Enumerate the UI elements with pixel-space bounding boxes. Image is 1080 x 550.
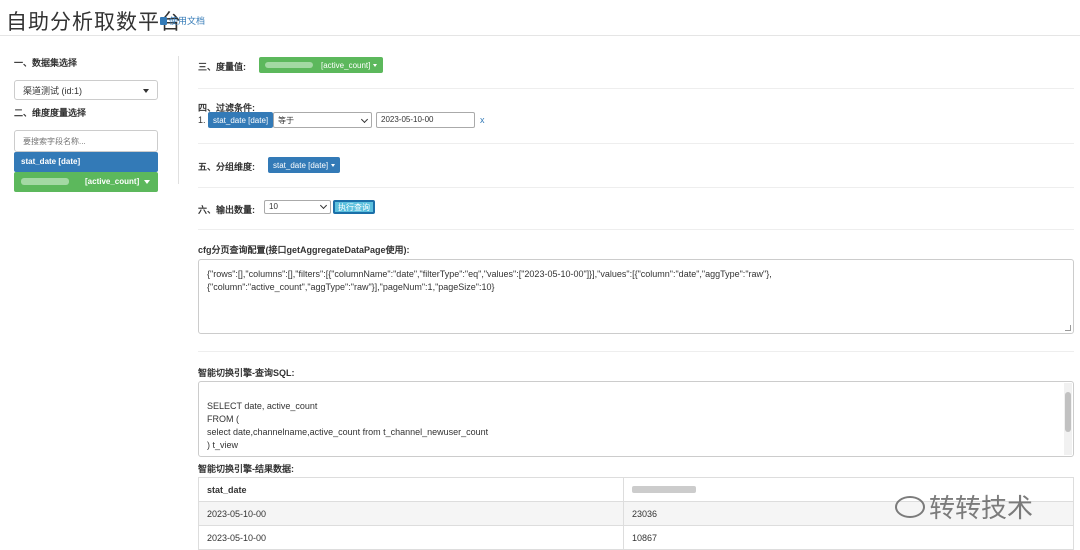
chevron-down-icon: [331, 163, 336, 167]
divider: [198, 351, 1074, 352]
doc-link-label[interactable]: 使用文档: [169, 14, 205, 27]
measure-button-label: [active_count]: [321, 60, 371, 70]
cfg-line: {"column":"active_count","aggType":"raw"…: [207, 282, 495, 292]
table-cell: 10867: [623, 525, 1074, 550]
dataset-label: 一、数据集选择: [14, 58, 78, 68]
filter-value-text: 2023-05-10-00: [381, 115, 434, 124]
table-cell: 2023-05-10-00: [198, 501, 624, 526]
group-label: 五、分组维度:: [198, 162, 255, 172]
field-item-stat-date[interactable]: stat_date [date]: [14, 152, 158, 172]
watermark: 转转技术: [895, 488, 1033, 525]
filter-field-label: stat_date [date]: [213, 115, 269, 125]
redacted-block: [21, 178, 69, 186]
sql-line: FROM (: [207, 414, 239, 424]
cfg-line: {"rows":[],"columns":[],"filters":[{"col…: [207, 269, 772, 279]
divider: [198, 88, 1074, 89]
result-label: 智能切换引擎-结果数据:: [198, 464, 294, 474]
output-count-select[interactable]: 10: [264, 200, 331, 214]
sql-line: SELECT date, active_count: [207, 401, 318, 411]
measure-button[interactable]: [active_count]: [259, 57, 384, 73]
divider: [198, 187, 1074, 188]
table-row: 2023-05-10-00 10867: [198, 525, 1074, 550]
cfg-textarea[interactable]: {"rows":[],"columns":[],"filters":[{"col…: [198, 259, 1074, 334]
field-item-label: [active_count]: [85, 177, 140, 186]
field-item-active-count[interactable]: [active_count]: [14, 172, 158, 192]
sql-scrollbar[interactable]: [1064, 383, 1072, 455]
dataset-select[interactable]: 渠道测试 (id:1): [14, 80, 158, 100]
wechat-icon: [895, 495, 925, 518]
watermark-text: 转转技术: [929, 493, 1034, 523]
group-button[interactable]: stat_date [date]: [268, 157, 341, 173]
chevron-down-icon: [319, 201, 328, 210]
field-search-input[interactable]: [14, 130, 158, 152]
output-label: 六、输出数量:: [198, 205, 255, 215]
filter-remove-link[interactable]: x: [480, 115, 485, 125]
page-title: 自助分析取数平台: [6, 11, 182, 34]
chevron-down-icon: [360, 115, 369, 124]
chevron-down-icon: [373, 63, 378, 67]
filter-value-input[interactable]: 2023-05-10-00: [376, 112, 475, 128]
divider: [198, 143, 1074, 144]
divider: [198, 229, 1074, 230]
scrollbar-thumb[interactable]: [1065, 392, 1071, 432]
dataset-select-value: 渠道测试 (id:1): [23, 86, 83, 96]
group-button-label: stat_date [date]: [273, 160, 329, 170]
sidebar: 一、数据集选择 渠道测试 (id:1) 二、维度度量选择 stat_date […: [14, 56, 158, 192]
output-count-value: 10: [269, 202, 278, 211]
sql-line: [207, 387, 1065, 400]
doc-link[interactable]: 使用文档: [160, 14, 205, 27]
sql-line: select date,channelname,active_count fro…: [207, 427, 489, 437]
filter-operator-select[interactable]: 等于: [273, 112, 372, 128]
sql-line: ) t_view: [207, 440, 239, 450]
measure-label: 三、度量值:: [198, 62, 246, 72]
sql-textarea[interactable]: SELECT date, active_count FROM ( select …: [198, 381, 1074, 457]
run-query-button[interactable]: 执行查询: [333, 200, 375, 214]
chevron-down-icon[interactable]: [144, 180, 150, 184]
book-icon: [160, 16, 167, 25]
filter-index: 1.: [198, 115, 206, 125]
header: 自助分析取数平台 使用文档: [0, 0, 1080, 36]
vertical-divider: [178, 56, 179, 184]
sql-label: 智能切换引擎-查询SQL:: [198, 368, 295, 378]
field-item-label: stat_date [date]: [21, 157, 81, 166]
filter-operator-value: 等于: [278, 116, 294, 125]
chevron-down-icon: [143, 89, 149, 93]
cfg-label: cfg分页查询配置(接口getAggregateDataPage使用):: [198, 245, 410, 255]
resize-handle-icon[interactable]: [1065, 325, 1071, 331]
filter-field-button[interactable]: stat_date [date]: [208, 112, 274, 128]
column-header: stat_date: [198, 477, 624, 502]
redacted-block: [265, 62, 313, 68]
dimension-label: 二、维度度量选择: [14, 108, 87, 118]
table-cell: 2023-05-10-00: [198, 525, 624, 550]
redacted-block: [632, 485, 696, 493]
